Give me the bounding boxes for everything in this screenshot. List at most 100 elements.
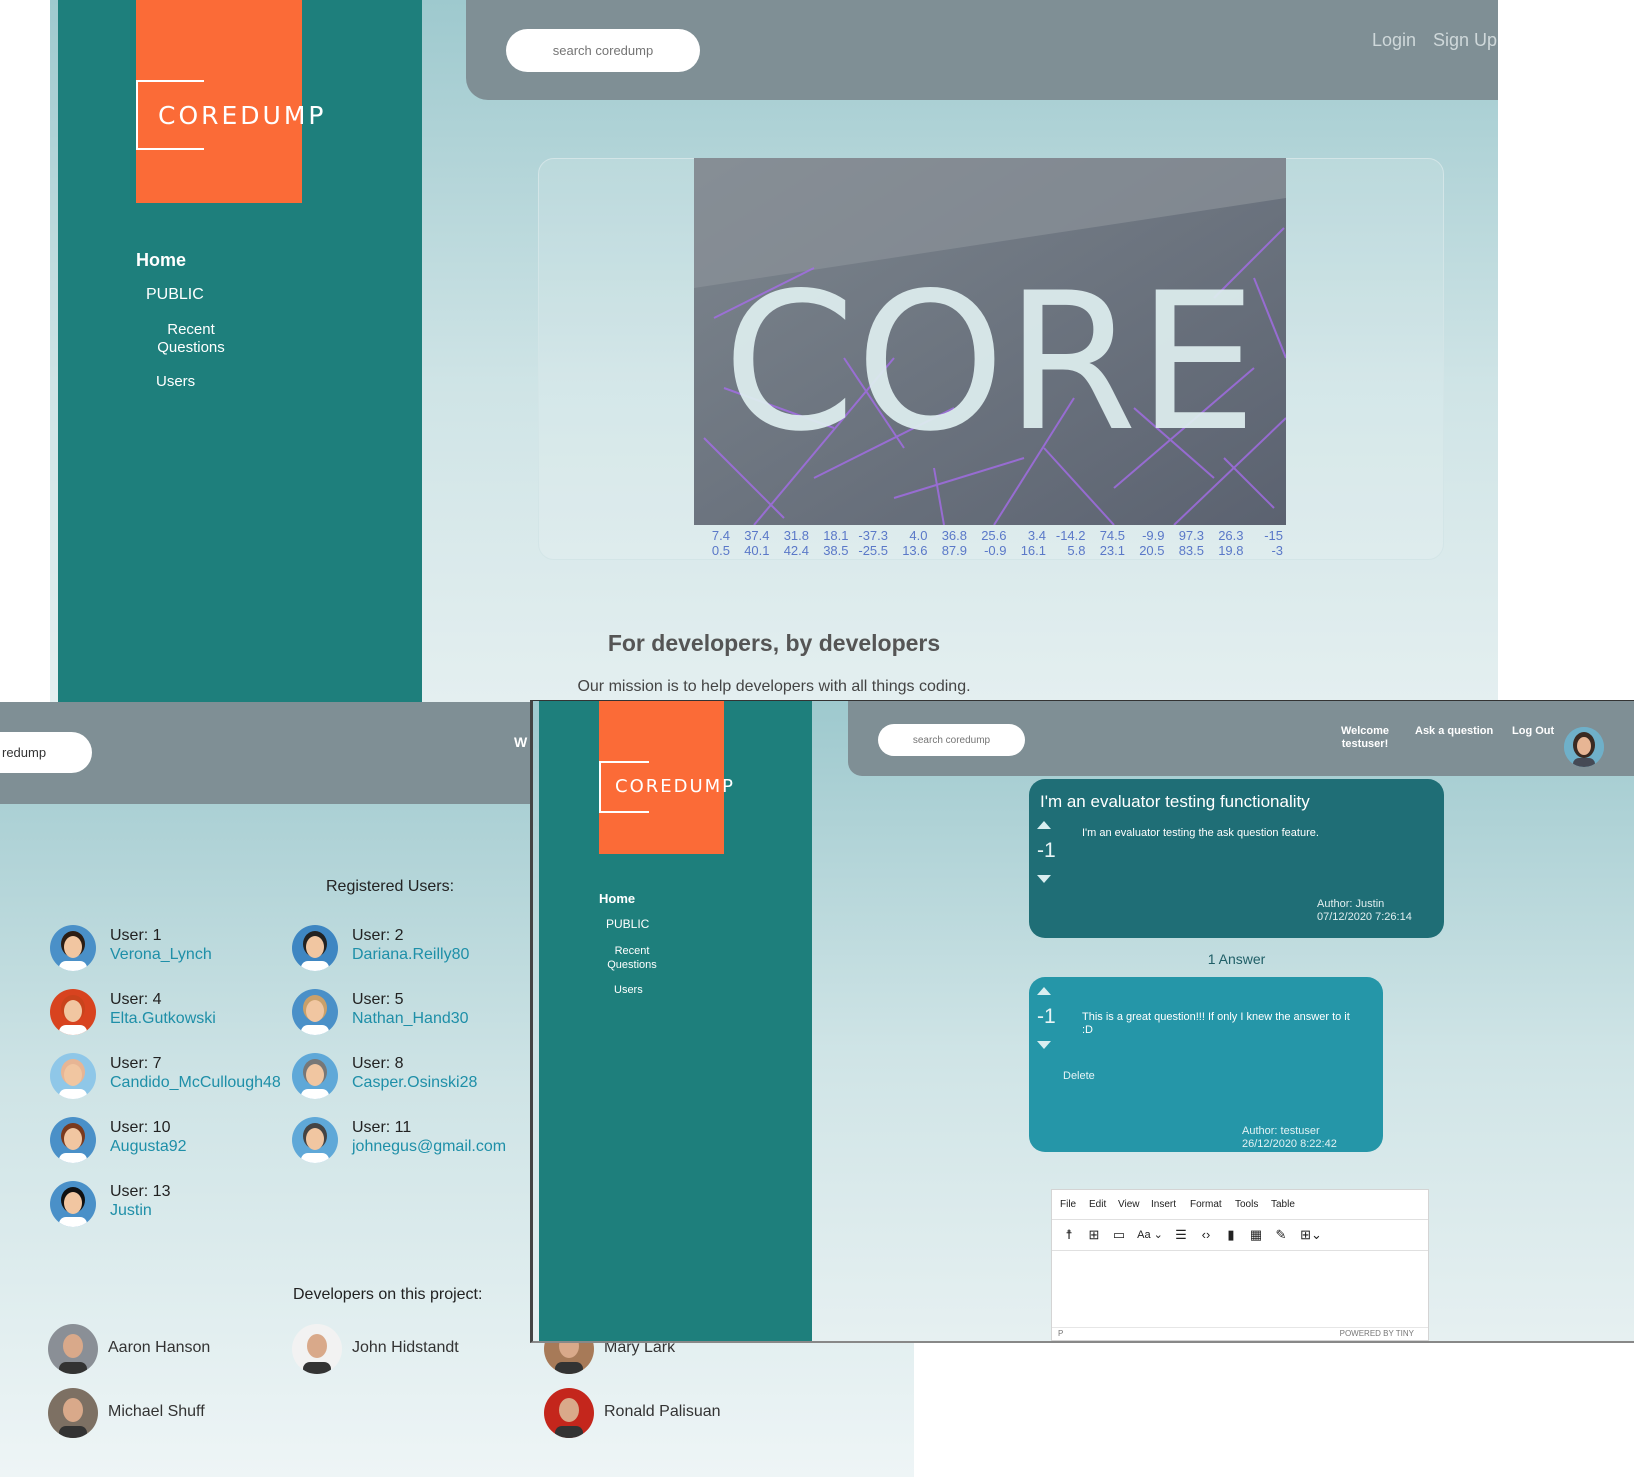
editor-menu-item[interactable]: Insert <box>1151 1199 1176 1210</box>
user-profile-link[interactable]: Casper.Osinski28 <box>352 1074 477 1092</box>
delete-answer-button[interactable]: Delete <box>1063 1070 1095 1082</box>
question-date: 07/12/2020 7:26:14 <box>1317 911 1412 923</box>
editor-menu-item[interactable]: File <box>1060 1199 1076 1210</box>
nav-recent-questions[interactable]: Recent Questions <box>146 321 236 357</box>
hero-number: 5.8 <box>1067 543 1086 558</box>
hero-number: 26.3 <box>1218 528 1244 543</box>
user-list-item[interactable]: User: 11 johnegus@gmail.com <box>292 1117 552 1173</box>
hero-numbers: 7.4 37.4 31.8 18.1 -37.3 4.0 36.8 25.6 3.4 -14.2 7… <box>694 528 1286 560</box>
document-icon[interactable]: ▦ <box>1247 1226 1265 1244</box>
hero-number: 3.4 <box>1027 528 1046 543</box>
nav-public[interactable]: PUBLIC <box>146 286 204 304</box>
table-icon[interactable]: ⊞⌄ <box>1297 1226 1325 1244</box>
question-author: Author: Justin 07/12/2020 7:26:14 <box>1317 898 1412 924</box>
ask-question-link[interactable]: Ask a question <box>1415 725 1493 737</box>
editor-menubar: File Edit View Insert Format Tools Table <box>1052 1190 1428 1220</box>
nav-recent-questions[interactable]: Recent Questions <box>599 944 665 972</box>
nav-home[interactable]: Home <box>136 250 186 271</box>
hero-number: 74.5 <box>1099 528 1125 543</box>
nav-public[interactable]: PUBLIC <box>606 917 649 931</box>
woman-red-hair-icon <box>50 989 96 1035</box>
user-list-item[interactable]: User: 7 Candido_McCullough48 <box>50 1053 310 1109</box>
powered-by-tiny[interactable]: POWERED BY TINY <box>1340 1329 1414 1338</box>
user-list-item[interactable]: User: 1 Verona_Lynch <box>50 925 310 981</box>
login-link[interactable]: Login <box>1372 30 1416 51</box>
font-size-icon[interactable]: Aa ⌄ <box>1135 1226 1165 1244</box>
man-sunglasses-blond-icon <box>292 989 338 1035</box>
editor-menu-item[interactable]: Edit <box>1089 1199 1106 1210</box>
user-list-item[interactable]: User: 13 Justin <box>50 1181 310 1237</box>
downvote-icon[interactable] <box>1037 875 1051 883</box>
user-list-item[interactable]: User: 2 Dariana.Reilly80 <box>292 925 552 981</box>
user-list-item[interactable]: User: 10 Augusta92 <box>50 1117 310 1173</box>
nav-users[interactable]: Users <box>614 984 643 996</box>
hero-number: 25.6 <box>981 528 1007 543</box>
question-page-window: COREDUMP Home PUBLIC Recent Questions Us… <box>530 700 1634 1343</box>
brush-icon[interactable]: ✎ <box>1272 1226 1290 1244</box>
hero-core-text: CORE <box>723 252 1257 473</box>
upvote-icon[interactable] <box>1037 987 1051 995</box>
editor-menu-item[interactable]: Table <box>1271 1199 1295 1210</box>
developer-photo-icon <box>292 1324 342 1374</box>
comment-icon[interactable]: ▭ <box>1110 1226 1128 1244</box>
user-id: User: 1 <box>110 927 162 944</box>
answer-card: -1 This is a great question!!! If only I… <box>1029 977 1383 1152</box>
search-input[interactable] <box>0 732 92 773</box>
user-profile-link[interactable]: johnegus@gmail.com <box>352 1138 506 1156</box>
hero-number: 38.5 <box>823 543 849 558</box>
hero-number: -37.3 <box>858 528 888 543</box>
answer-author-name: Author: testuser <box>1242 1125 1320 1137</box>
code-icon[interactable]: ‹› <box>1197 1226 1215 1244</box>
downvote-icon[interactable] <box>1037 1041 1051 1049</box>
format-painter-icon[interactable]: ▮ <box>1222 1226 1240 1244</box>
user-id: User: 2 <box>352 927 404 944</box>
registered-users-title: Registered Users: <box>326 878 455 895</box>
user-list-item[interactable]: User: 4 Elta.Gutkowski <box>50 989 310 1045</box>
nav-home[interactable]: Home <box>599 891 635 906</box>
home-page-window: COREDUMP Home PUBLIC Recent Questions Us… <box>50 0 1498 702</box>
editor-menu-item[interactable]: View <box>1118 1199 1140 1210</box>
user-profile-link[interactable]: Augusta92 <box>110 1138 187 1156</box>
answer-body: This is a great question!!! If only I kn… <box>1082 1011 1350 1036</box>
user-id: User: 7 <box>110 1055 162 1072</box>
upvote-icon[interactable] <box>1037 821 1051 829</box>
logout-link[interactable]: Log Out <box>1512 725 1554 737</box>
insert-template-icon[interactable]: ⊞ <box>1085 1226 1103 1244</box>
user-list-item[interactable]: User: 8 Casper.Osinski28 <box>292 1053 552 1109</box>
top-header: Login Sign Up <box>466 0 1498 100</box>
user-profile-link[interactable]: Nathan_Hand30 <box>352 1010 469 1028</box>
user-profile-link[interactable]: Dariana.Reilly80 <box>352 946 469 964</box>
editor-menu-item[interactable]: Tools <box>1235 1199 1258 1210</box>
answer-count: 1 Answer <box>1207 951 1266 967</box>
coredump-logo[interactable]: COREDUMP <box>136 0 324 203</box>
user-list-item[interactable]: User: 5 Nathan_Hand30 <box>292 989 552 1045</box>
hero-number: -3 <box>1271 543 1283 558</box>
hero-number: 40.1 <box>744 543 770 558</box>
hero-number: 97.3 <box>1178 528 1204 543</box>
editor-menu-item[interactable]: Format <box>1190 1199 1222 1210</box>
checklist-icon[interactable]: ☰ <box>1172 1226 1190 1244</box>
woman-avatar-icon <box>1564 727 1604 767</box>
user-profile-link[interactable]: Justin <box>110 1202 152 1220</box>
accessibility-icon[interactable]: ☨ <box>1060 1226 1078 1244</box>
hero-number: -14.2 <box>1055 528 1086 543</box>
user-profile-link[interactable]: Candido_McCullough48 <box>110 1074 281 1092</box>
developer-photo-icon <box>48 1388 98 1438</box>
hero-number: 7.4 <box>711 528 730 543</box>
user-profile-link[interactable]: Verona_Lynch <box>110 946 212 964</box>
hero-number: 23.1 <box>1099 543 1125 558</box>
search-input[interactable] <box>506 29 700 72</box>
developer-name: John Hidstandt <box>352 1339 459 1356</box>
user-avatar[interactable] <box>1564 727 1604 767</box>
user-id: User: 13 <box>110 1183 171 1200</box>
question-author-name: Author: Justin <box>1317 898 1385 910</box>
rich-text-editor[interactable]: File Edit View Insert Format Tools Table ☨ ⊞ ▭… <box>1051 1189 1429 1341</box>
developers-title: Developers on this project: <box>293 1286 483 1303</box>
hero-number: 36.8 <box>941 528 967 543</box>
signup-link[interactable]: Sign Up <box>1433 30 1497 51</box>
user-profile-link[interactable]: Elta.Gutkowski <box>110 1010 216 1028</box>
search-input[interactable] <box>878 724 1025 756</box>
coredump-logo[interactable]: COREDUMP <box>599 701 733 854</box>
nav-users[interactable]: Users <box>156 373 195 390</box>
user-id: User: 5 <box>352 991 404 1008</box>
